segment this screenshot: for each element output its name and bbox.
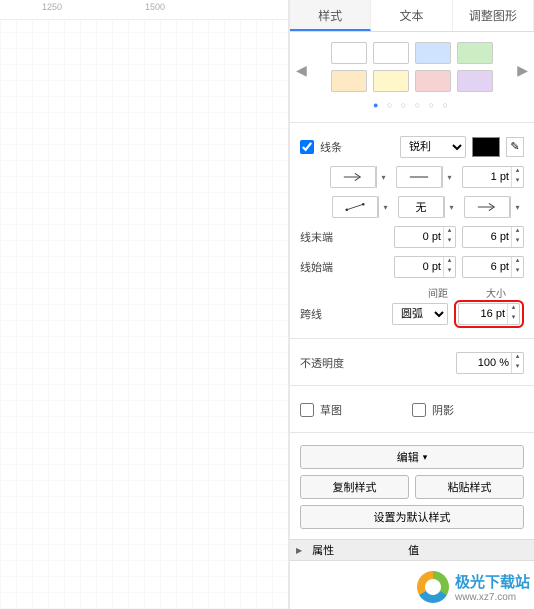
ruler-mark: 1250 bbox=[42, 2, 62, 12]
swatch-next-icon[interactable]: ▶ bbox=[517, 62, 528, 79]
watermark-logo-icon bbox=[417, 571, 449, 603]
line-color-swatch[interactable] bbox=[472, 137, 500, 157]
swatch-yellow[interactable] bbox=[373, 70, 409, 92]
paste-style-button[interactable]: 粘贴样式 bbox=[415, 475, 524, 499]
panel-tabs: 样式 文本 调整图形 bbox=[290, 0, 534, 32]
line-start-spacing-stepper[interactable]: ▴▾ bbox=[394, 256, 456, 278]
edit-style-label: 编辑 bbox=[397, 449, 419, 465]
copy-style-button[interactable]: 复制样式 bbox=[300, 475, 409, 499]
shadow-label: 阴影 bbox=[432, 402, 468, 418]
line-dash-dropdown-icon[interactable]: ▾ bbox=[442, 166, 456, 188]
swatch-row-1 bbox=[298, 42, 526, 64]
line-end-size-input[interactable] bbox=[463, 227, 511, 247]
swatch-pink[interactable] bbox=[415, 70, 451, 92]
arrow-end-style-button[interactable] bbox=[330, 166, 376, 188]
swatch-row-2 bbox=[298, 70, 526, 92]
arrow-start-style-button[interactable] bbox=[464, 196, 510, 218]
swatch-purple[interactable] bbox=[457, 70, 493, 92]
line-width-stepper[interactable]: ▴▾ bbox=[462, 166, 524, 188]
ruler-mark: 1500 bbox=[145, 2, 165, 12]
waypoint-style-button[interactable]: 无 bbox=[398, 196, 444, 218]
spacing-header-label: 间距 bbox=[428, 285, 448, 300]
line-end-spacing-stepper[interactable]: ▴▾ bbox=[394, 226, 456, 248]
cross-line-style-select[interactable]: 圆弧 bbox=[392, 303, 448, 325]
tab-style[interactable]: 样式 bbox=[290, 0, 371, 31]
sketch-label: 草图 bbox=[320, 402, 356, 418]
opacity-input[interactable] bbox=[457, 353, 511, 373]
waypoint-style-dropdown-icon[interactable]: ▾ bbox=[444, 196, 458, 218]
line-label: 线条 bbox=[320, 139, 356, 155]
disclosure-triangle-icon[interactable]: ▶ bbox=[290, 546, 304, 555]
swatch-prev-icon[interactable]: ◀ bbox=[296, 62, 307, 79]
properties-column-value: 值 bbox=[400, 542, 427, 558]
opacity-stepper[interactable]: ▴▾ bbox=[456, 352, 524, 374]
connector-type-dropdown-icon[interactable]: ▾ bbox=[378, 196, 392, 218]
line-end-spacing-input[interactable] bbox=[395, 227, 443, 247]
swatch-white-2[interactable] bbox=[373, 42, 409, 64]
line-sharp-select[interactable]: 锐利 bbox=[400, 136, 466, 158]
cross-line-size-highlight: ▴▾ bbox=[454, 300, 524, 328]
watermark: 极光下载站 www.xz7.com bbox=[417, 571, 530, 603]
format-panel: 样式 文本 调整图形 ◀ ▶ ● ○ ○ ○ ○ ○ 线条 锐利 bbox=[290, 0, 534, 609]
stepper-up-icon[interactable]: ▴ bbox=[511, 167, 523, 177]
swatch-white[interactable] bbox=[331, 42, 367, 64]
line-start-size-stepper[interactable]: ▴▾ bbox=[462, 256, 524, 278]
line-end-label: 线末端 bbox=[300, 229, 336, 245]
opacity-label: 不透明度 bbox=[300, 355, 350, 371]
tab-text[interactable]: 文本 bbox=[371, 0, 452, 31]
shadow-checkbox[interactable] bbox=[412, 403, 426, 417]
swatch-pager[interactable]: ● ○ ○ ○ ○ ○ bbox=[298, 98, 526, 118]
sketch-checkbox[interactable] bbox=[300, 403, 314, 417]
properties-table-header: ▶ 属性 值 bbox=[290, 539, 534, 561]
tab-adjust-shape[interactable]: 调整图形 bbox=[453, 0, 534, 31]
properties-column-attr: 属性 bbox=[304, 542, 400, 558]
canvas-grid[interactable]: 1250 1500 bbox=[0, 0, 290, 609]
swatch-orange[interactable] bbox=[331, 70, 367, 92]
line-color-pencil-icon[interactable]: ✎ bbox=[506, 137, 524, 157]
connector-type-button[interactable] bbox=[332, 196, 378, 218]
swatch-blue[interactable] bbox=[415, 42, 451, 64]
arrow-end-dropdown-icon[interactable]: ▾ bbox=[376, 166, 390, 188]
line-end-size-stepper[interactable]: ▴▾ bbox=[462, 226, 524, 248]
cross-line-label: 跨线 bbox=[300, 306, 336, 322]
chevron-down-icon: ▾ bbox=[423, 452, 428, 463]
watermark-url: www.xz7.com bbox=[455, 592, 530, 603]
size-header-label: 大小 bbox=[486, 285, 506, 300]
line-start-label: 线始端 bbox=[300, 259, 336, 275]
line-width-input[interactable] bbox=[463, 167, 511, 187]
swatch-green[interactable] bbox=[457, 42, 493, 64]
stepper-down-icon[interactable]: ▾ bbox=[511, 177, 523, 187]
line-start-size-input[interactable] bbox=[463, 257, 511, 277]
line-dash-style-button[interactable] bbox=[396, 166, 442, 188]
arrow-start-dropdown-icon[interactable]: ▾ bbox=[510, 196, 524, 218]
line-enabled-checkbox[interactable] bbox=[300, 140, 314, 154]
watermark-title: 极光下载站 bbox=[455, 574, 530, 591]
edit-style-button[interactable]: 编辑 ▾ bbox=[300, 445, 524, 469]
line-start-spacing-input[interactable] bbox=[395, 257, 443, 277]
canvas-ruler-horizontal: 1250 1500 bbox=[0, 0, 290, 20]
cross-line-size-stepper[interactable]: ▴▾ bbox=[458, 303, 520, 325]
set-default-style-button[interactable]: 设置为默认样式 bbox=[300, 505, 524, 529]
cross-line-size-input[interactable] bbox=[459, 304, 507, 324]
